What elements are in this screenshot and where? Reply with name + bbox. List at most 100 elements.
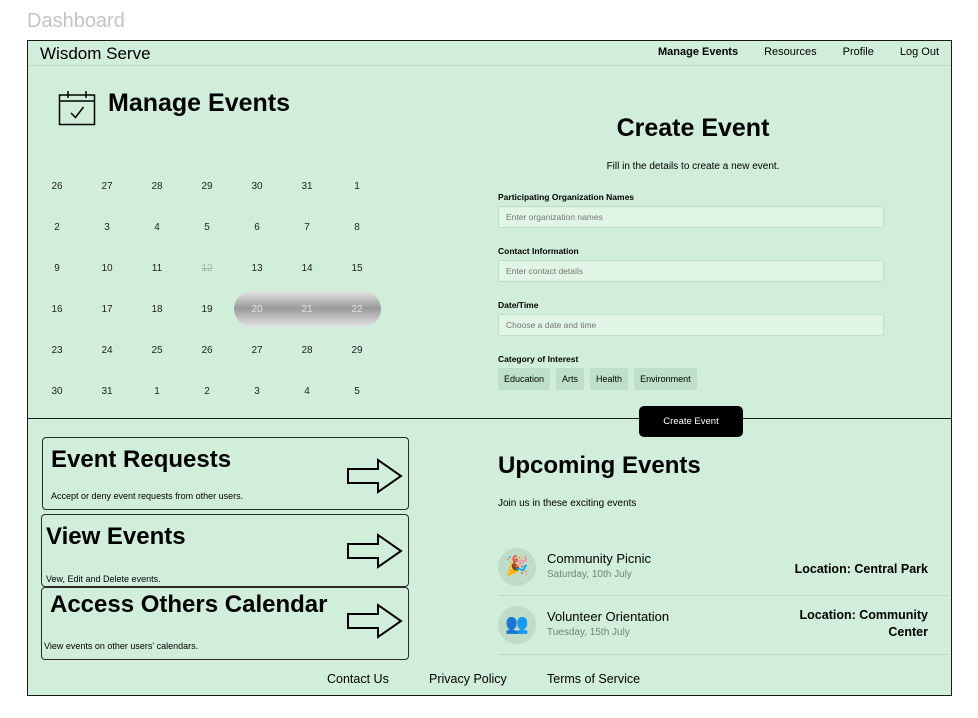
arrow-right-icon — [347, 603, 403, 639]
contact-info-input[interactable] — [498, 260, 884, 282]
page-label: Dashboard — [27, 10, 125, 32]
event-date: Saturday, 10th July — [547, 569, 632, 580]
calendar-day[interactable]: 22 — [337, 304, 377, 315]
footer-terms-of-service[interactable]: Terms of Service — [547, 672, 640, 686]
nav-manage-events[interactable]: Manage Events — [658, 46, 738, 58]
app-frame: Wisdom Serve Manage Events Resources Pro… — [27, 40, 952, 696]
create-event-subtitle: Fill in the details to create a new even… — [606, 161, 780, 172]
org-names-input[interactable] — [498, 206, 884, 228]
upcoming-events-title: Upcoming Events — [498, 452, 701, 479]
category-chips: Education Arts Health Environment — [498, 368, 697, 390]
people-icon: 👥 — [498, 606, 536, 644]
calendar-day[interactable]: 5 — [337, 386, 377, 397]
calendar-day[interactable]: 27 — [237, 345, 277, 356]
calendar-week-row: 16 17 18 19 20 21 22 — [28, 301, 383, 342]
calendar-day[interactable]: 20 — [237, 304, 277, 315]
upcoming-events-subtitle: Join us in these exciting events — [498, 498, 637, 509]
calendar-day[interactable]: 31 — [87, 386, 127, 397]
date-time-input[interactable] — [498, 314, 884, 336]
create-event-title: Create Event — [616, 114, 770, 142]
access-others-calendar-desc: View events on other users' calendars. — [44, 641, 199, 651]
calendar-day[interactable]: 31 — [287, 181, 327, 192]
calendar-day[interactable]: 15 — [337, 263, 377, 274]
footer-privacy-policy[interactable]: Privacy Policy — [429, 672, 507, 686]
date-time-label: Date/Time — [498, 300, 539, 310]
calendar-day[interactable]: 4 — [287, 386, 327, 397]
calendar-week-row: 2345678 — [28, 219, 383, 260]
calendar-day[interactable]: 17 — [87, 304, 127, 315]
calendar-day[interactable]: 30 — [37, 386, 77, 397]
calendar-day[interactable]: 24 — [87, 345, 127, 356]
view-events-card[interactable]: View Events Vew, Edit and Delete events. — [41, 514, 409, 587]
event-requests-title: Event Requests — [51, 446, 232, 473]
calendar-week-row: 26 27 28 29 30 31 1 — [28, 178, 383, 219]
party-popper-icon: 🎉 — [498, 548, 536, 586]
calendar-day[interactable]: 29 — [337, 345, 377, 356]
view-events-title: View Events — [46, 523, 186, 550]
calendar-day[interactable]: 12 — [187, 263, 227, 274]
calendar-day[interactable]: 1 — [137, 386, 177, 397]
calendar-day[interactable]: 19 — [187, 304, 227, 315]
category-chip-health[interactable]: Health — [590, 368, 629, 390]
calendar-day[interactable]: 6 — [237, 222, 277, 233]
calendar-day[interactable]: 28 — [287, 345, 327, 356]
calendar-day[interactable]: 10 — [87, 263, 127, 274]
org-names-label: Participating Organization Names — [498, 192, 635, 202]
view-events-desc: Vew, Edit and Delete events. — [46, 574, 161, 584]
calendar-day[interactable]: 16 — [37, 304, 77, 315]
calendar-check-icon — [58, 91, 96, 126]
nav-profile[interactable]: Profile — [843, 46, 874, 58]
calendar-week-row: 9 10 11 12 13 14 15 — [28, 260, 383, 301]
calendar-day[interactable]: 9 — [37, 263, 77, 274]
category-chip-arts[interactable]: Arts — [556, 368, 585, 390]
calendar-day[interactable]: 29 — [187, 181, 227, 192]
calendar-day[interactable]: 13 — [237, 263, 277, 274]
calendar-day[interactable]: 3 — [237, 386, 277, 397]
access-others-calendar-card[interactable]: Access Others Calendar View events on ot… — [41, 587, 409, 660]
nav-resources[interactable]: Resources — [764, 46, 817, 58]
event-requests-desc: Accept or deny event requests from other… — [51, 491, 244, 501]
section-divider — [28, 418, 951, 419]
main-nav: Manage Events Resources Profile Log Out — [658, 46, 939, 58]
calendar-day[interactable]: 21 — [287, 304, 327, 315]
calendar-day[interactable]: 30 — [237, 181, 277, 192]
calendar-day[interactable]: 7 — [287, 222, 327, 233]
calendar-day[interactable]: 25 — [137, 345, 177, 356]
event-location: Location: Central Park — [794, 562, 928, 576]
calendar-day[interactable]: 23 — [37, 345, 77, 356]
calendar-day[interactable]: 11 — [137, 263, 177, 274]
calendar-day[interactable]: 26 — [187, 345, 227, 356]
nav-log-out[interactable]: Log Out — [900, 46, 939, 58]
event-name: Volunteer Orientation — [547, 609, 670, 624]
calendar-day[interactable]: 3 — [87, 222, 127, 233]
category-chip-environment[interactable]: Environment — [634, 368, 697, 390]
event-date: Tuesday, 15th July — [547, 627, 630, 638]
calendar-day[interactable]: 1 — [337, 181, 377, 192]
calendar-grid: 26 27 28 29 30 31 1 2 3 4 5 6 7 8 9 10 11 12 13 14 15 16 17 18 1… — [28, 178, 383, 424]
event-item[interactable]: 🎉 Community Picnic Saturday, 10th July L… — [498, 544, 948, 596]
calendar-day[interactable]: 4 — [137, 222, 177, 233]
calendar-day[interactable]: 18 — [137, 304, 177, 315]
event-item[interactable]: 👥 Volunteer Orientation Tuesday, 15th Ju… — [498, 602, 948, 654]
event-requests-card[interactable]: Event Requests Accept or deny event requ… — [42, 437, 409, 510]
manage-events-title: Manage Events — [108, 89, 291, 117]
brand-name: Wisdom Serve — [40, 44, 151, 63]
category-chip-education[interactable]: Education — [498, 368, 551, 390]
calendar-day[interactable]: 8 — [337, 222, 377, 233]
arrow-right-icon — [347, 533, 403, 569]
event-divider — [498, 595, 948, 596]
calendar-day[interactable]: 27 — [87, 181, 127, 192]
arrow-right-icon — [347, 458, 403, 494]
top-navbar: Wisdom Serve Manage Events Resources Pro… — [28, 41, 951, 66]
calendar-day[interactable]: 2 — [187, 386, 227, 397]
calendar-day[interactable]: 28 — [137, 181, 177, 192]
calendar-day[interactable]: 5 — [187, 222, 227, 233]
calendar-day[interactable]: 2 — [37, 222, 77, 233]
event-divider — [498, 654, 948, 655]
category-label: Category of Interest — [498, 354, 579, 364]
footer-contact-us[interactable]: Contact Us — [327, 672, 389, 686]
create-event-button[interactable]: Create Event — [639, 406, 743, 437]
calendar-day[interactable]: 14 — [287, 263, 327, 274]
event-location: Location: Community Center — [799, 608, 928, 639]
calendar-day[interactable]: 26 — [37, 181, 77, 192]
